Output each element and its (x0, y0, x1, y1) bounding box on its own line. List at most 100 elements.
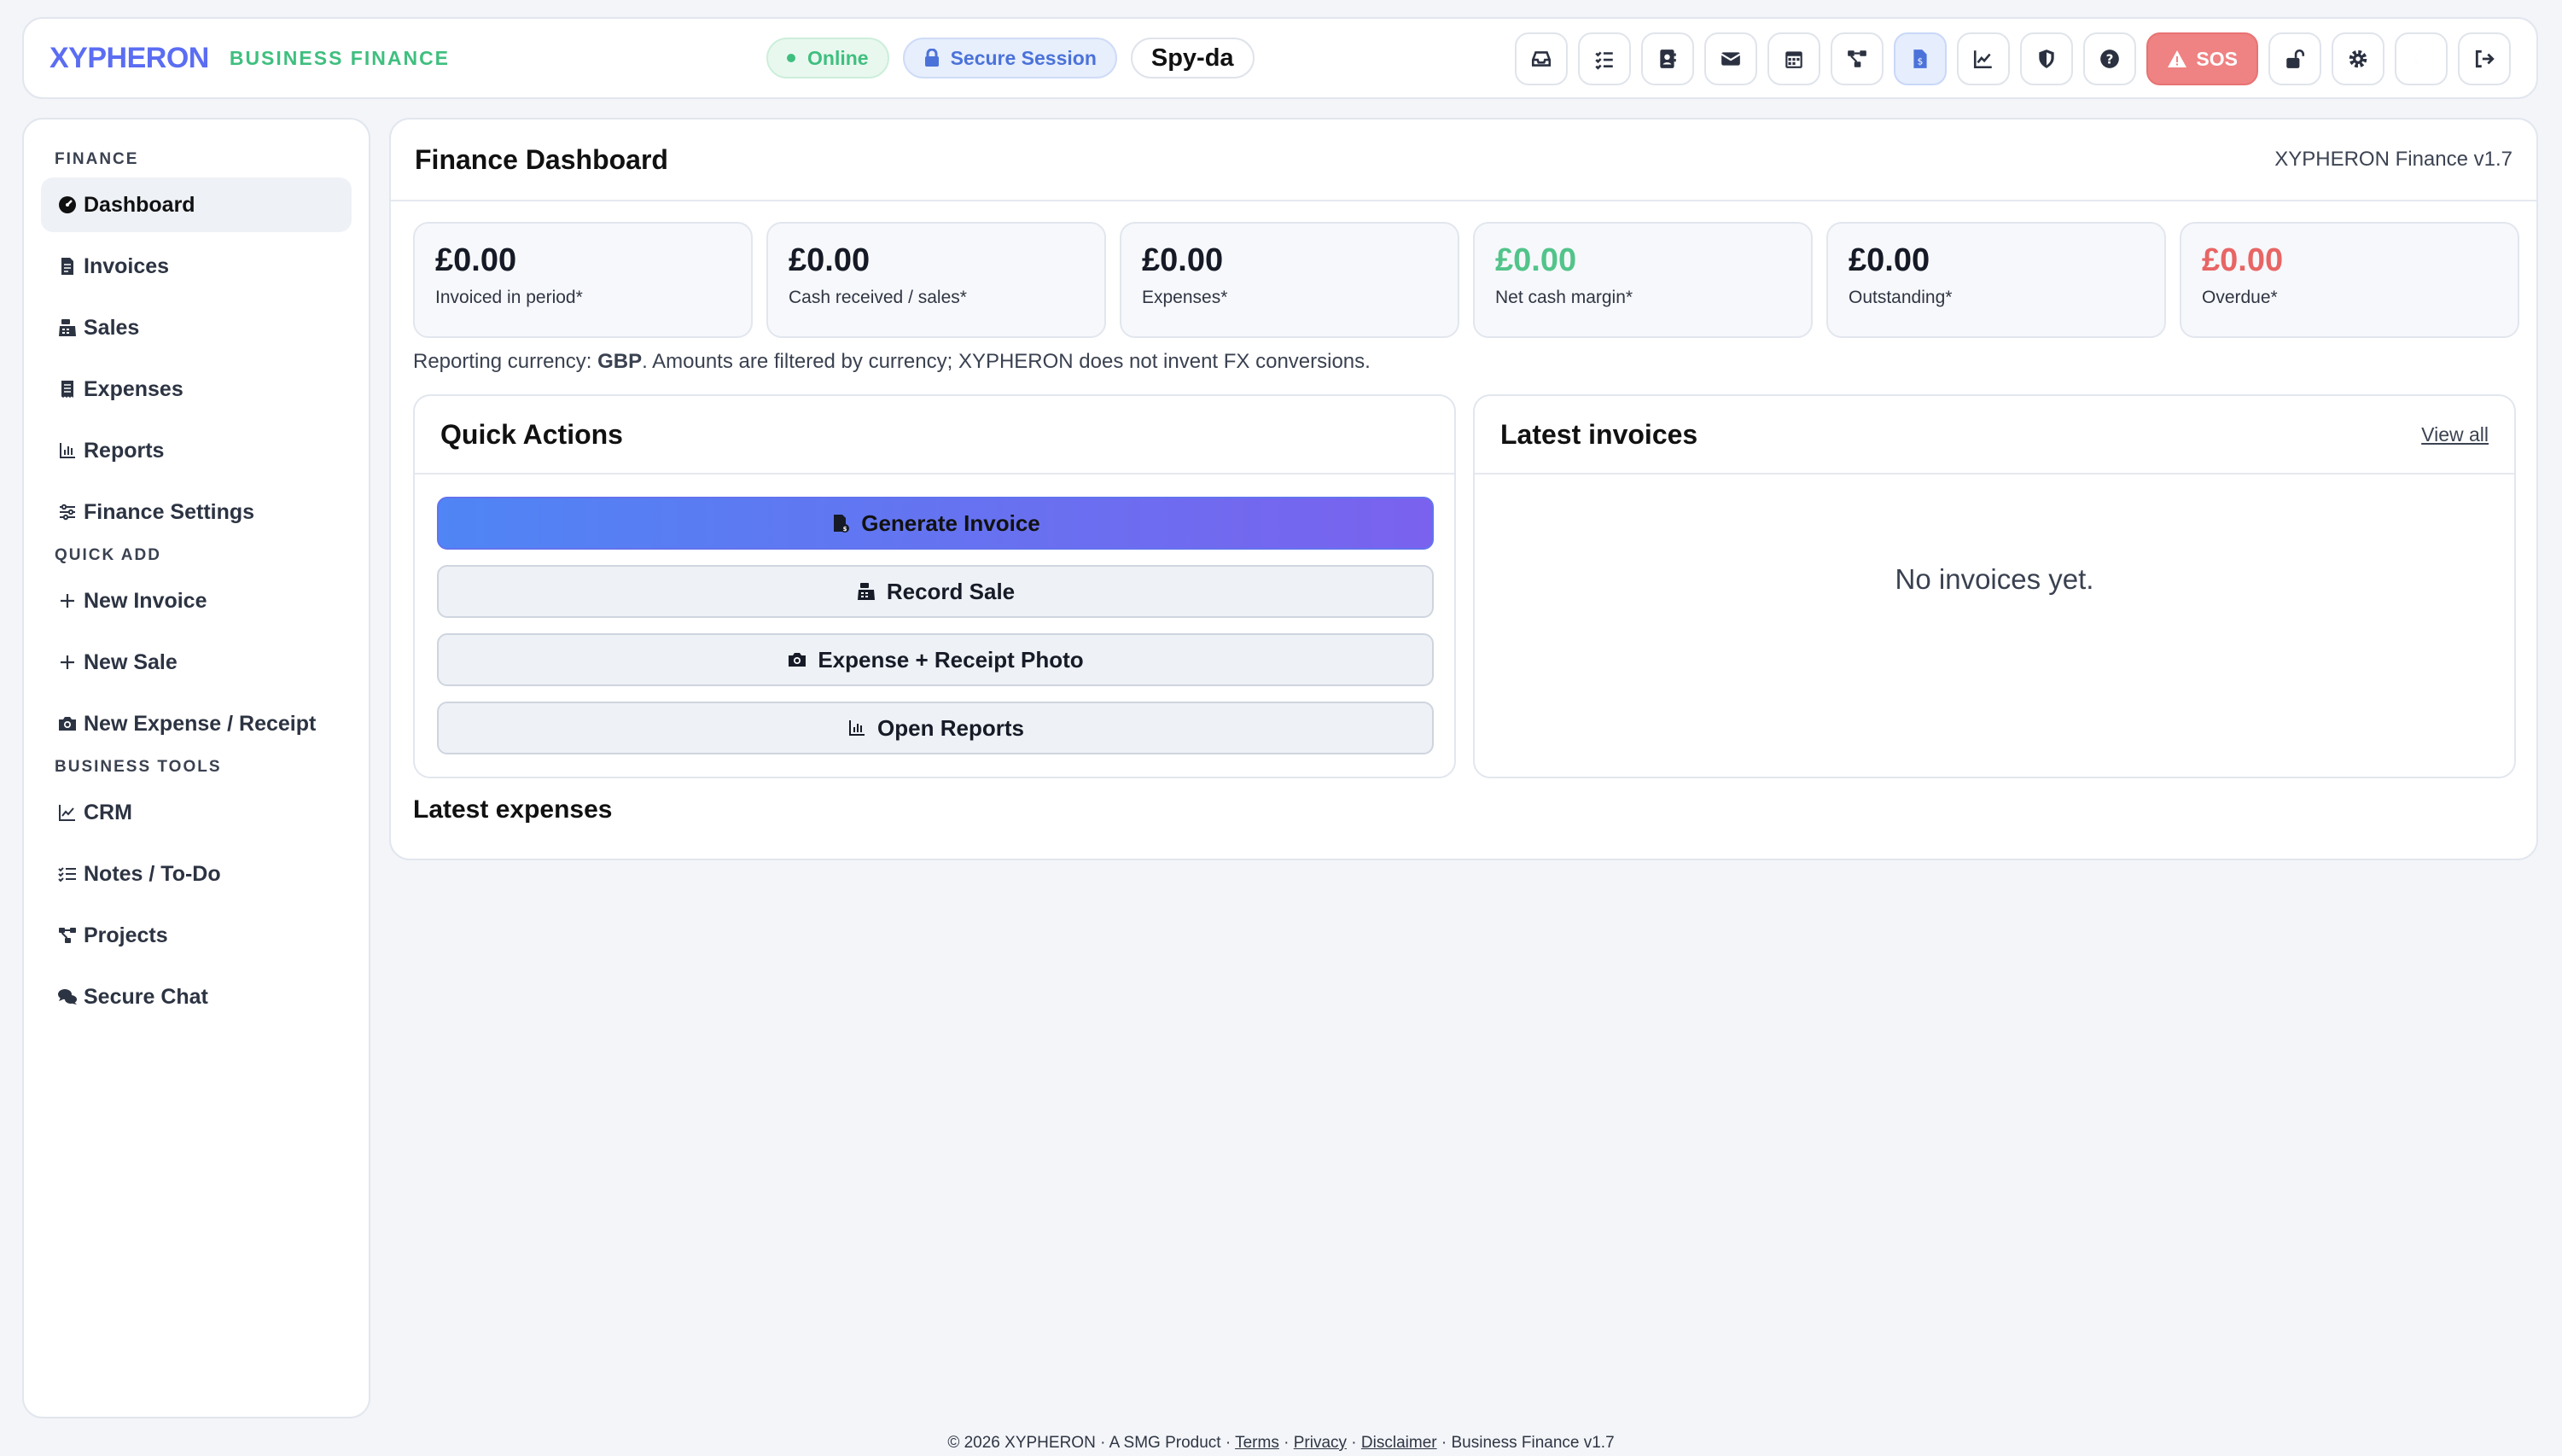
top-bar: XYPHERON BUSINESS FINANCE Online Secure … (22, 17, 2538, 99)
sidebar-item-crm[interactable]: CRM (41, 785, 352, 840)
currency-code: GBP (597, 350, 643, 373)
camera-icon (789, 653, 806, 667)
footer-version: · Business Finance v1.7 (1436, 1434, 1615, 1452)
sidebar-section-business-tools: BUSINESS TOOLS (55, 758, 222, 776)
record-sale-button[interactable]: Record Sale (437, 565, 1434, 618)
lock-icon (924, 49, 939, 67)
sidebar-section-finance: FINANCE (55, 150, 139, 168)
cash-register-icon (56, 317, 79, 339)
moon-icon[interactable] (2395, 32, 2448, 85)
kpi-value: £0.00 (1142, 242, 1224, 278)
sidebar-item-label: Projects (84, 923, 168, 947)
shield-icon[interactable] (2020, 32, 2074, 85)
user-badge[interactable]: Spy-da (1130, 38, 1255, 79)
open-reports-button[interactable]: Open Reports (437, 702, 1434, 754)
chart-icon (849, 720, 865, 736)
finance-icon[interactable]: $ (1894, 32, 1948, 85)
logout-icon[interactable] (2458, 32, 2511, 85)
checklist-icon[interactable] (1578, 32, 1632, 85)
invoice-icon: $ (834, 515, 850, 533)
currency-note: Reporting currency: GBP. Amounts are fil… (413, 350, 1371, 374)
receipt-icon (56, 378, 79, 400)
generate-invoice-label: Generate Invoice (861, 510, 1040, 536)
view-all-link[interactable]: View all (2421, 423, 2489, 446)
sos-button[interactable]: SOS (2146, 32, 2258, 85)
sidebar-item-projects[interactable]: Projects (41, 908, 352, 963)
sidebar-item-label: Reports (84, 438, 165, 463)
generate-invoice-button[interactable]: $ Generate Invoice (437, 497, 1434, 550)
sidebar-item-notes-todo[interactable]: Notes / To-Do (41, 847, 352, 901)
status-pills: Online Secure Session Spy-da (766, 38, 1255, 79)
unlock-icon[interactable] (2268, 32, 2321, 85)
online-status-label: Online (807, 46, 869, 69)
sidebar-item-label: Expenses (84, 376, 183, 401)
camera-icon (56, 713, 79, 735)
line-chart-icon (56, 801, 79, 824)
kpi-overdue: £0.00 Overdue* (2180, 222, 2519, 338)
sidebar-item-reports[interactable]: Reports (41, 423, 352, 478)
kpi-net-cash-margin: £0.00 Net cash margin* (1473, 222, 1813, 338)
checklist-icon (56, 863, 79, 885)
kpi-label: Cash received / sales* (789, 288, 967, 307)
sidebar-item-invoices[interactable]: Invoices (41, 239, 352, 294)
sidebar-item-label: New Expense / Receipt (84, 711, 317, 736)
footer: © 2026 XYPHERON · A SMG Product · Terms … (0, 1434, 2562, 1453)
warning-icon (2168, 50, 2187, 67)
sidebar-item-sales[interactable]: Sales (41, 300, 352, 355)
sidebar-item-label: CRM (84, 800, 132, 824)
latest-invoices-header: Latest invoices View all (1475, 396, 2514, 475)
calendar-icon[interactable] (1767, 32, 1821, 85)
latest-expenses-title: Latest expenses (413, 795, 613, 824)
sidebar-item-finance-settings[interactable]: Finance Settings (41, 485, 352, 539)
kpi-invoiced: £0.00 Invoiced in period* (413, 222, 753, 338)
latest-invoices-card: Latest invoices View all No invoices yet… (1473, 394, 2516, 778)
brand-subtitle: BUSINESS FINANCE (229, 46, 451, 69)
sos-label: SOS (2196, 47, 2238, 70)
sidebar-item-expenses[interactable]: Expenses (41, 362, 352, 416)
sidebar-item-label: Sales (84, 315, 140, 340)
footer-copyright: © 2026 XYPHERON · A SMG Product · (947, 1434, 1236, 1452)
online-status-badge: Online (766, 38, 889, 79)
chat-icon (56, 986, 79, 1008)
kpi-label: Invoiced in period* (435, 288, 583, 307)
kpi-value: £0.00 (435, 242, 517, 278)
terms-link[interactable]: Terms (1235, 1434, 1279, 1452)
sidebar-section-quick-add: QUICK ADD (55, 546, 161, 564)
settings-icon[interactable] (2332, 32, 2384, 85)
sidebar-item-new-expense[interactable]: New Expense / Receipt (41, 696, 352, 751)
kpi-label: Net cash margin* (1495, 288, 1633, 307)
disclaimer-link[interactable]: Disclaimer (1361, 1434, 1437, 1452)
online-dot-icon (787, 54, 795, 62)
sidebar-item-label: Dashboard (84, 192, 195, 217)
expense-receipt-photo-label: Expense + Receipt Photo (818, 646, 1084, 673)
sidebar-item-label: Notes / To-Do (84, 861, 221, 886)
help-icon[interactable]: ? (2083, 32, 2137, 85)
quick-actions-title: Quick Actions (440, 418, 623, 450)
privacy-link[interactable]: Privacy (1294, 1434, 1347, 1452)
kpi-label: Outstanding* (1849, 288, 1953, 307)
chart-icon[interactable] (1957, 32, 2011, 85)
secure-session-label: Secure Session (950, 46, 1097, 69)
projects-icon[interactable] (1831, 32, 1884, 85)
svg-text:$: $ (1918, 56, 1924, 67)
sidebar-item-new-invoice[interactable]: New Invoice (41, 574, 352, 628)
invoice-icon (56, 255, 79, 277)
dashboard-icon (56, 194, 79, 216)
inbox-icon[interactable] (1515, 32, 1569, 85)
kpi-label: Expenses* (1142, 288, 1228, 307)
sidebar-item-new-sale[interactable]: New Sale (41, 635, 352, 690)
sidebar-item-dashboard[interactable]: Dashboard (41, 178, 352, 232)
kpi-value: £0.00 (789, 242, 870, 278)
expense-receipt-photo-button[interactable]: Expense + Receipt Photo (437, 633, 1434, 686)
sidebar-item-label: New Sale (84, 649, 178, 674)
sidebar-item-secure-chat[interactable]: Secure Chat (41, 970, 352, 1024)
mail-icon[interactable] (1704, 32, 1758, 85)
kpi-value: £0.00 (2202, 242, 2284, 278)
sidebar: FINANCE Dashboard Invoices Sales Expense… (22, 118, 370, 1418)
brand-logo[interactable]: XYPHERON (49, 42, 209, 75)
kpi-expenses: £0.00 Expenses* (1120, 222, 1459, 338)
record-sale-label: Record Sale (886, 578, 1016, 604)
kpi-label: Overdue* (2202, 288, 2278, 307)
contacts-icon[interactable] (1641, 32, 1695, 85)
kpi-value: £0.00 (1495, 242, 1577, 278)
